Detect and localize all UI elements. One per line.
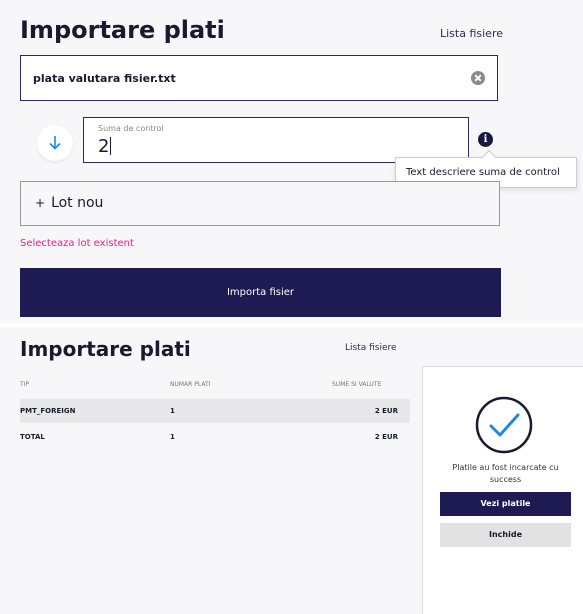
close-button[interactable]: Inchide — [440, 523, 571, 547]
checkmark-circle-icon — [475, 396, 533, 454]
new-lot-label: Lot nou — [51, 195, 104, 211]
table-cell: 1 — [170, 407, 175, 415]
page-title: Importare plati — [20, 16, 225, 44]
files-list-link[interactable]: Lista fisiere — [440, 27, 503, 40]
new-lot-button[interactable]: + Lot nou — [20, 181, 500, 226]
arrow-down-icon[interactable] — [37, 125, 73, 161]
checksum-value: 2 — [98, 136, 110, 157]
page-title-result: Importare plati — [20, 337, 191, 361]
success-message: Platile au fost incarcate cu success — [452, 463, 559, 484]
table-cell: 1 — [170, 433, 175, 441]
column-header-type: TIP — [20, 381, 30, 388]
new-lot-label-wrap: + Lot nou — [35, 195, 103, 211]
info-icon[interactable]: i — [478, 132, 493, 147]
column-header-count: NUMAR PLATI — [170, 381, 211, 388]
plus-icon: + — [35, 196, 46, 210]
table-cell: 2 EUR — [374, 407, 398, 415]
table-row: TOTAL 1 2 EUR — [20, 425, 410, 449]
column-header-amounts: SUME SI VALUTE — [332, 381, 382, 388]
file-upload-field[interactable]: plata valutara fisier.txt — [20, 55, 498, 101]
files-list-link-result[interactable]: Lista fisiere — [345, 343, 397, 353]
text-caret — [110, 137, 112, 155]
tooltip-text: Text descriere suma de control — [406, 167, 560, 178]
import-form-panel: Importare plati Lista fisiere plata valu… — [0, 0, 583, 323]
table-cell: 2 EUR — [374, 433, 398, 441]
table-cell: PMT_FOREIGN — [20, 407, 76, 415]
file-name: plata valutara fisier.txt — [33, 72, 176, 85]
import-result-panel: Importare plati Lista fisiere TIP NUMAR … — [0, 327, 583, 614]
view-payments-button[interactable]: Vezi platile — [440, 492, 571, 516]
success-dialog: Platile au fost incarcate cu success Vez… — [422, 366, 583, 614]
clear-icon[interactable] — [471, 71, 485, 85]
table-cell: TOTAL — [20, 433, 45, 441]
checksum-value-wrap: 2 — [98, 136, 112, 157]
import-file-button[interactable]: Importa fisier — [20, 268, 501, 317]
select-existing-lot-link[interactable]: Selecteaza lot existent — [20, 238, 134, 249]
table-row: PMT_FOREIGN 1 2 EUR — [20, 399, 410, 423]
checksum-label: Suma de control — [98, 124, 164, 133]
